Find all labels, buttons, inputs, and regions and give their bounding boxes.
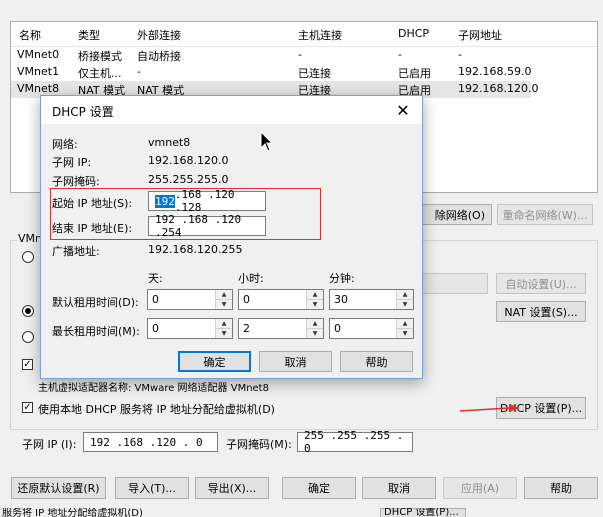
subnet-ip-label: 子网 IP (I): [22, 438, 77, 451]
cell: 仅主机... [78, 67, 122, 80]
cell: VMnet8 [17, 82, 60, 95]
spin-up-icon[interactable]: ▲ [307, 319, 323, 329]
close-icon[interactable]: ✕ [392, 99, 414, 121]
dialog-help-button[interactable]: 帮助 [340, 351, 413, 372]
spin-down-icon[interactable]: ▼ [216, 328, 232, 338]
dialog-titlebar[interactable]: DHCP 设置 ✕ [41, 96, 422, 124]
col-external[interactable]: 外部连接 [137, 27, 181, 43]
spin-down-icon[interactable]: ▼ [307, 299, 323, 309]
connect-host-checkbox[interactable]: ✓ [22, 359, 33, 370]
spin-down-icon[interactable]: ▼ [397, 299, 413, 309]
network-value: vmnet8 [148, 136, 191, 149]
spin-up-icon[interactable]: ▲ [397, 319, 413, 329]
col-days-label: 天: [148, 272, 163, 285]
col-minutes-label: 分钟: [329, 272, 355, 285]
broadcast-label: 广播地址: [52, 245, 100, 258]
cell: 桥接模式 [78, 50, 122, 63]
default-lease-days-stepper[interactable]: 0 ▲ ▼ [147, 289, 233, 310]
subnet-ip-field[interactable]: 192 .168 .120 . 0 [83, 432, 218, 452]
red-arrow-icon [459, 404, 519, 412]
restore-defaults-button[interactable]: 还原默认设置(R) [11, 477, 106, 499]
cell: 已连接 [298, 67, 331, 80]
table-row[interactable]: VMnet0 桥接模式 自动桥接 - - - [11, 47, 597, 64]
dialog-ok-button[interactable]: 确定 [178, 351, 251, 372]
start-ip-selected: 192 [155, 194, 175, 208]
cell: 192.168.120.0 [458, 82, 539, 95]
start-ip-field[interactable]: 192 .168 .120 .128 [148, 188, 266, 214]
default-lease-label: 默认租用时间(D): [52, 296, 139, 309]
spin-up-icon[interactable]: ▲ [216, 319, 232, 329]
bridge-radio[interactable] [22, 251, 34, 263]
start-ip-rest: .168 .120 .128 [174, 188, 235, 214]
rename-network-button[interactable]: 重命名网络(W)... [497, 204, 593, 225]
end-ip-label: 结束 IP 地址(E): [52, 222, 133, 235]
dialog-subnet-mask-label: 子网掩码: [52, 175, 100, 188]
dialog-subnet-ip-value: 192.168.120.0 [148, 154, 229, 167]
cell: - [298, 48, 302, 61]
host-adapter-name: 主机虚拟适配器名称: VMware 网络适配器 VMnet8 [38, 383, 269, 394]
spin-down-icon[interactable]: ▼ [307, 328, 323, 338]
cell: VMnet1 [17, 65, 60, 78]
spin-down-icon[interactable]: ▼ [397, 328, 413, 338]
status-left: 服务将 IP 地址分配给虚拟机(D) [2, 508, 143, 517]
ok-button[interactable]: 确定 [282, 477, 356, 499]
nat-settings-button[interactable]: NAT 设置(S)... [496, 301, 586, 322]
default-lease-hours-stepper[interactable]: 0 ▲ ▼ [238, 289, 324, 310]
hostonly-radio[interactable] [22, 331, 34, 343]
dialog-title: DHCP 设置 [52, 105, 114, 119]
cell: - [137, 65, 141, 78]
table-header: 名称 类型 外部连接 主机连接 DHCP 子网地址 [11, 22, 597, 47]
col-hours-label: 小时: [238, 272, 264, 285]
cell: - [458, 48, 462, 61]
bridge-dropdown[interactable] [418, 273, 488, 294]
export-button[interactable]: 导出(X)... [195, 477, 269, 499]
cell: 192.168.59.0 [458, 65, 532, 78]
cell: 已启用 [398, 67, 431, 80]
cell: VMnet0 [17, 48, 60, 61]
spin-up-icon[interactable]: ▲ [307, 290, 323, 300]
subnet-mask-label: 子网掩码(M): [226, 438, 292, 451]
spin-up-icon[interactable]: ▲ [397, 290, 413, 300]
mouse-cursor-icon [260, 131, 274, 152]
remove-network-button[interactable]: 除网络(O) [416, 204, 492, 225]
max-lease-hours-stepper[interactable]: 2 ▲ ▼ [238, 318, 324, 339]
subnet-mask-field[interactable]: 255 .255 .255 . 0 [297, 429, 413, 455]
bottom-strip: 服务将 IP 地址分配给虚拟机(D) DHCP 设置(P)... [0, 508, 603, 517]
network-label: 网络: [52, 138, 78, 151]
dhcp-dialog: DHCP 设置 ✕ 网络: vmnet8 子网 IP: 192.168.120.… [40, 95, 423, 379]
apply-button[interactable]: 应用(A) [443, 477, 517, 499]
auto-settings-button[interactable]: 自动设置(U)... [496, 273, 586, 294]
dhcp-checkbox-label[interactable]: 使用本地 DHCP 服务将 IP 地址分配给虚拟机(D) [38, 401, 275, 417]
col-subnet[interactable]: 子网地址 [458, 27, 502, 43]
col-host[interactable]: 主机连接 [298, 27, 342, 43]
cancel-button[interactable]: 取消 [362, 477, 436, 499]
help-button[interactable]: 帮助 [524, 477, 598, 499]
cell: 自动桥接 [137, 50, 181, 63]
nat-radio[interactable] [22, 305, 34, 317]
spin-up-icon[interactable]: ▲ [216, 290, 232, 300]
dhcp-checkbox[interactable]: ✓ [22, 402, 33, 413]
default-lease-minutes-stepper[interactable]: 30 ▲ ▼ [329, 289, 414, 310]
table-row[interactable]: VMnet1 仅主机... - 已连接 已启用 192.168.59.0 [11, 64, 597, 81]
start-ip-label: 起始 IP 地址(S): [52, 197, 133, 210]
dialog-subnet-mask-value: 255.255.255.0 [148, 173, 229, 186]
broadcast-value: 192.168.120.255 [148, 243, 243, 256]
col-dhcp[interactable]: DHCP [398, 27, 429, 40]
end-ip-field[interactable]: 192 .168 .120 .254 [148, 213, 266, 239]
status-right: DHCP 设置(P)... [380, 508, 466, 517]
dialog-subnet-ip-label: 子网 IP: [52, 156, 92, 169]
max-lease-label: 最长租用时间(M): [52, 325, 140, 338]
col-type[interactable]: 类型 [78, 27, 100, 43]
cell: - [398, 48, 402, 61]
spin-down-icon[interactable]: ▼ [216, 299, 232, 309]
import-button[interactable]: 导入(T)... [115, 477, 189, 499]
dialog-cancel-button[interactable]: 取消 [259, 351, 332, 372]
col-name[interactable]: 名称 [19, 27, 41, 43]
max-lease-days-stepper[interactable]: 0 ▲ ▼ [147, 318, 233, 339]
max-lease-minutes-stepper[interactable]: 0 ▲ ▼ [329, 318, 414, 339]
